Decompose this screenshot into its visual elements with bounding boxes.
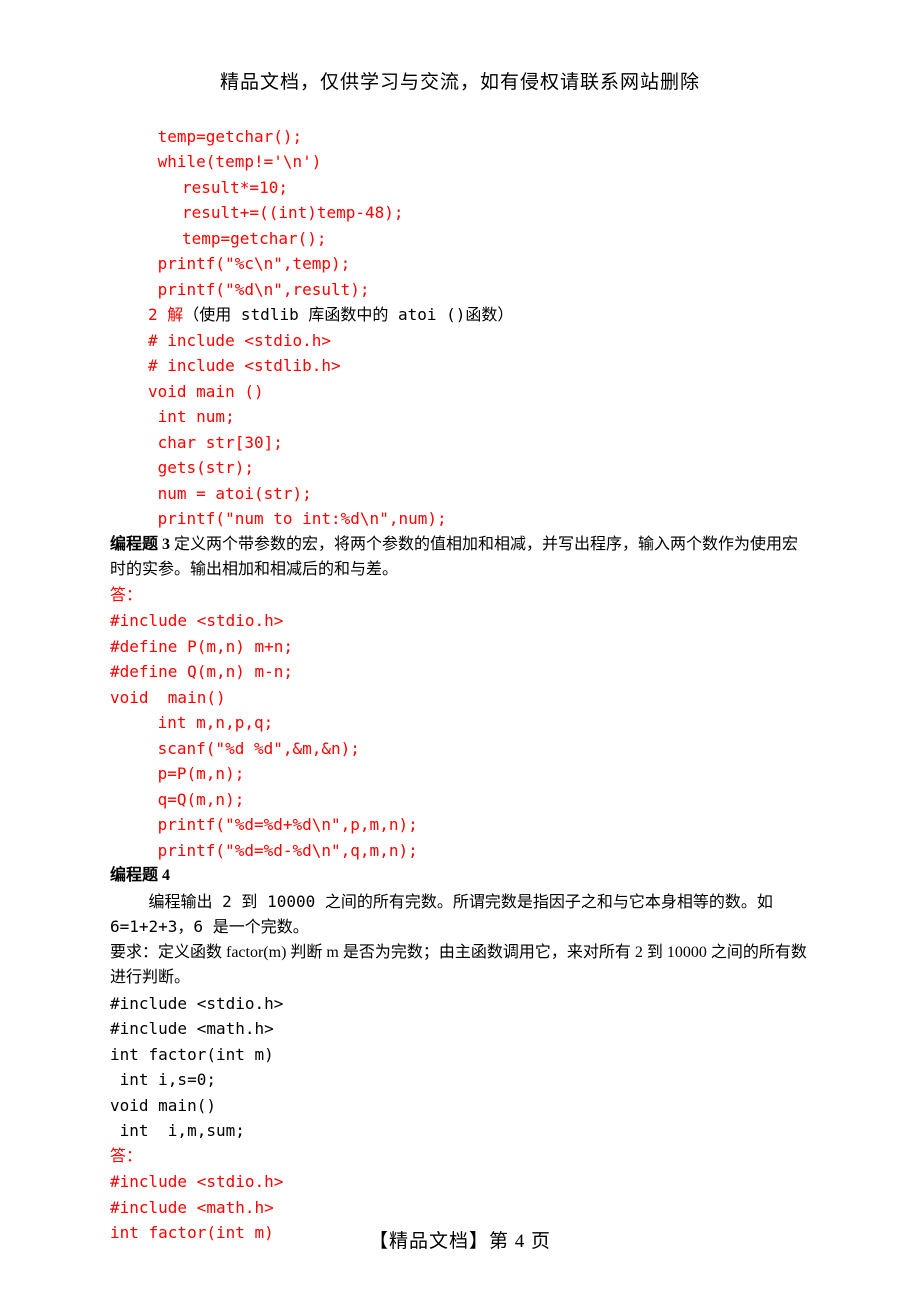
question-3: 编程题 3 定义两个带参数的宏，将两个参数的值相加和相减，并写出程序，输入两个数… xyxy=(110,532,810,864)
code-line: temp=getchar(); xyxy=(110,124,810,150)
code-line: # include <stdio.h> xyxy=(110,328,810,354)
q3-desc: 定义两个带参数的宏，将两个参数的值相加和相减，并写出程序，输入两个数作为使用宏时… xyxy=(110,536,798,579)
q4-paragraph-1: 编程输出 2 到 10000 之间的所有完数。所谓完数是指因子之和与它本身相等的… xyxy=(110,889,810,940)
q4-title: 编程题 4 xyxy=(110,863,810,889)
answer-label: 答： xyxy=(110,1144,810,1170)
code-line: printf("%c\n",temp); xyxy=(110,251,810,277)
code-line: gets(str); xyxy=(110,455,810,481)
question-4: 编程题 4 编程输出 2 到 10000 之间的所有完数。所谓完数是指因子之和与… xyxy=(110,863,810,1246)
q3-title: 编程题 3 xyxy=(110,536,170,553)
code-line: printf("num to int:%d\n",num); xyxy=(110,506,810,532)
code-line: void main () xyxy=(110,379,810,405)
code-line: num = atoi(str); xyxy=(110,481,810,507)
code-line: temp=getchar(); xyxy=(110,226,810,252)
code-line: printf("%d=%d+%d\n",p,m,n); xyxy=(110,812,810,838)
code-line: void main() xyxy=(110,685,810,711)
code-line: #include <stdio.h> xyxy=(110,608,810,634)
code-line: int num; xyxy=(110,404,810,430)
code-line: p=P(m,n); xyxy=(110,761,810,787)
code-line: #include <stdio.h> xyxy=(110,1169,810,1195)
code-line: void main() xyxy=(110,1093,810,1119)
code-line: printf("%d\n",result); xyxy=(110,277,810,303)
code-line: int i,s=0; xyxy=(110,1067,810,1093)
code-line: while(temp!='\n') xyxy=(110,149,810,175)
code-line: #define P(m,n) m+n; xyxy=(110,634,810,660)
text-fragment: （使用 stdlib 库函数中的 atoi ()函数） xyxy=(183,305,513,324)
q4-paragraph-2: 要求：定义函数 factor(m) 判断 m 是否为完数；由主函数调用它，来对所… xyxy=(110,940,810,991)
code-line: # include <stdlib.h> xyxy=(110,353,810,379)
code-line: int i,m,sum; xyxy=(110,1118,810,1144)
q3-desc-line: 编程题 3 定义两个带参数的宏，将两个参数的值相加和相减，并写出程序，输入两个数… xyxy=(110,532,810,583)
answer-label: 答： xyxy=(110,583,810,609)
code-line: #include <math.h> xyxy=(110,1016,810,1042)
text-fragment: 2 解 xyxy=(148,305,183,324)
page-header: 精品文档，仅供学习与交流，如有侵权请联系网站删除 xyxy=(110,70,810,96)
code-line: #include <stdio.h> xyxy=(110,991,810,1017)
page-footer: 【精品文档】第 4 页 xyxy=(0,1229,920,1255)
code-line: char str[30]; xyxy=(110,430,810,456)
code-line: result*=10; xyxy=(110,175,810,201)
code-line: #define Q(m,n) m-n; xyxy=(110,659,810,685)
code-line: q=Q(m,n); xyxy=(110,787,810,813)
code-line: printf("%d=%d-%d\n",q,m,n); xyxy=(110,838,810,864)
code-line: #include <math.h> xyxy=(110,1195,810,1221)
code-block-1: temp=getchar(); while(temp!='\n') result… xyxy=(110,124,810,532)
document-page: 精品文档，仅供学习与交流，如有侵权请联系网站删除 temp=getchar();… xyxy=(0,0,920,1302)
code-line: scanf("%d %d",&m,&n); xyxy=(110,736,810,762)
code-line: int m,n,p,q; xyxy=(110,710,810,736)
code-line: 2 解（使用 stdlib 库函数中的 atoi ()函数） xyxy=(110,302,810,328)
code-line: result+=((int)temp-48); xyxy=(110,200,810,226)
code-line: int factor(int m) xyxy=(110,1042,810,1068)
